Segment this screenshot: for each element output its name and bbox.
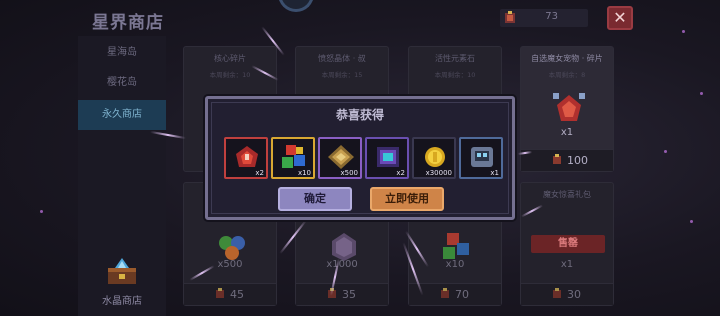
currency-icon	[553, 288, 561, 298]
sold-out-badge: 售罄	[531, 235, 605, 253]
sidebar-item-sakura-island[interactable]: 樱花岛	[78, 68, 166, 98]
currency-icon	[216, 288, 224, 298]
sidebar-item-permanent-shop[interactable]: 永久商店	[78, 100, 166, 130]
price-bar: 35	[296, 283, 388, 305]
shop-item-card[interactable]: 魔女惊喜礼包 售罄 x1 30	[520, 182, 614, 306]
sparkle	[700, 92, 703, 95]
crystal-shop-label: 水晶商店	[102, 296, 142, 307]
item-quantity: x1	[560, 127, 574, 138]
reward-dialog: 恭喜获得 x2 x10 x500 x2 x30000 x1 确定 立即使用	[205, 96, 515, 220]
header: 星界商店 73 ✕	[0, 0, 720, 36]
item-name: 自选魔女宠物 · 碎片	[531, 54, 603, 63]
item-quantity: x500	[217, 259, 243, 270]
top-orb-decoration	[278, 0, 314, 12]
confirm-button[interactable]: 确定	[278, 187, 352, 211]
crystal-shop-button[interactable]: 水晶商店	[90, 256, 154, 316]
currency-icon	[553, 154, 561, 164]
reward-slot[interactable]: x500	[318, 137, 362, 179]
purple-crystal-box-icon	[377, 147, 399, 167]
reward-count: x30000	[425, 169, 452, 177]
price-bar: 100	[521, 149, 613, 171]
item-stock: 本周剩余：8	[548, 71, 586, 79]
elemental-cubes-icon	[282, 145, 305, 168]
crystal-chest-icon	[108, 258, 136, 284]
item-stock: 本周剩余：15	[321, 71, 363, 79]
dialog-title: 恭喜获得	[335, 108, 384, 122]
item-name: 魔女惊喜礼包	[543, 190, 591, 199]
sparkle	[40, 210, 43, 213]
item-name: 活性元素石	[435, 54, 475, 63]
item-price: 45	[230, 288, 244, 301]
item-quantity: x1000	[326, 259, 358, 270]
sparkle	[690, 220, 693, 223]
sidebar: 星海岛 樱花岛 永久商店 水晶商店	[78, 36, 166, 316]
pet-fragment-icon	[553, 93, 585, 121]
reward-slot[interactable]: x1	[459, 137, 503, 179]
elemental-cubes-icon	[443, 233, 469, 259]
page-title: 星界商店	[92, 13, 164, 33]
price-bar: 45	[184, 283, 276, 305]
element-orbs-icon	[219, 236, 245, 260]
item-price: 70	[455, 288, 469, 301]
sidebar-item-star-sea-island[interactable]: 星海岛	[78, 38, 166, 68]
sparkle	[664, 150, 667, 153]
reward-count: x500	[340, 169, 358, 177]
currency-icon	[505, 11, 515, 23]
item-name: 核心碎片	[214, 54, 246, 63]
item-price: 35	[342, 288, 356, 301]
reward-slot[interactable]: x2	[365, 137, 409, 179]
item-name: 愤怒晶体 · 叔	[318, 54, 366, 63]
golden-rune-frame-icon	[328, 145, 354, 169]
shop-item-card[interactable]: 自选魔女宠物 · 碎片 本周剩余：8 x1 100	[520, 46, 614, 172]
gold-coin-icon	[425, 147, 445, 167]
item-stock: 本周剩余：10	[434, 71, 476, 79]
currency-display: 73	[500, 9, 588, 27]
reward-count: x2	[396, 169, 405, 177]
item-price: 30	[567, 288, 581, 301]
reward-count: x2	[255, 169, 264, 177]
item-quantity: x1	[560, 259, 574, 270]
blue-robot-chest-icon	[471, 147, 493, 167]
close-button[interactable]: ✕	[607, 6, 633, 30]
purple-crystal-icon	[332, 233, 356, 261]
red-gem-core-icon	[236, 146, 258, 167]
reward-slot[interactable]: x10	[271, 137, 315, 179]
reward-slot[interactable]: x2	[224, 137, 268, 179]
price-bar: 30	[521, 283, 613, 305]
sparkle	[682, 30, 685, 33]
currency-value: 73	[545, 11, 558, 22]
reward-count: x10	[297, 169, 311, 177]
reward-count: x1	[490, 169, 499, 177]
currency-icon	[441, 288, 449, 298]
item-price: 100	[567, 154, 588, 167]
reward-slot[interactable]: x30000	[412, 137, 456, 179]
use-now-button[interactable]: 立即使用	[370, 187, 444, 211]
game-shop-screen: 星界商店 73 ✕ 星海岛 樱花岛 永久商店 水晶商店 核心碎片 本周剩余：10…	[0, 0, 720, 316]
